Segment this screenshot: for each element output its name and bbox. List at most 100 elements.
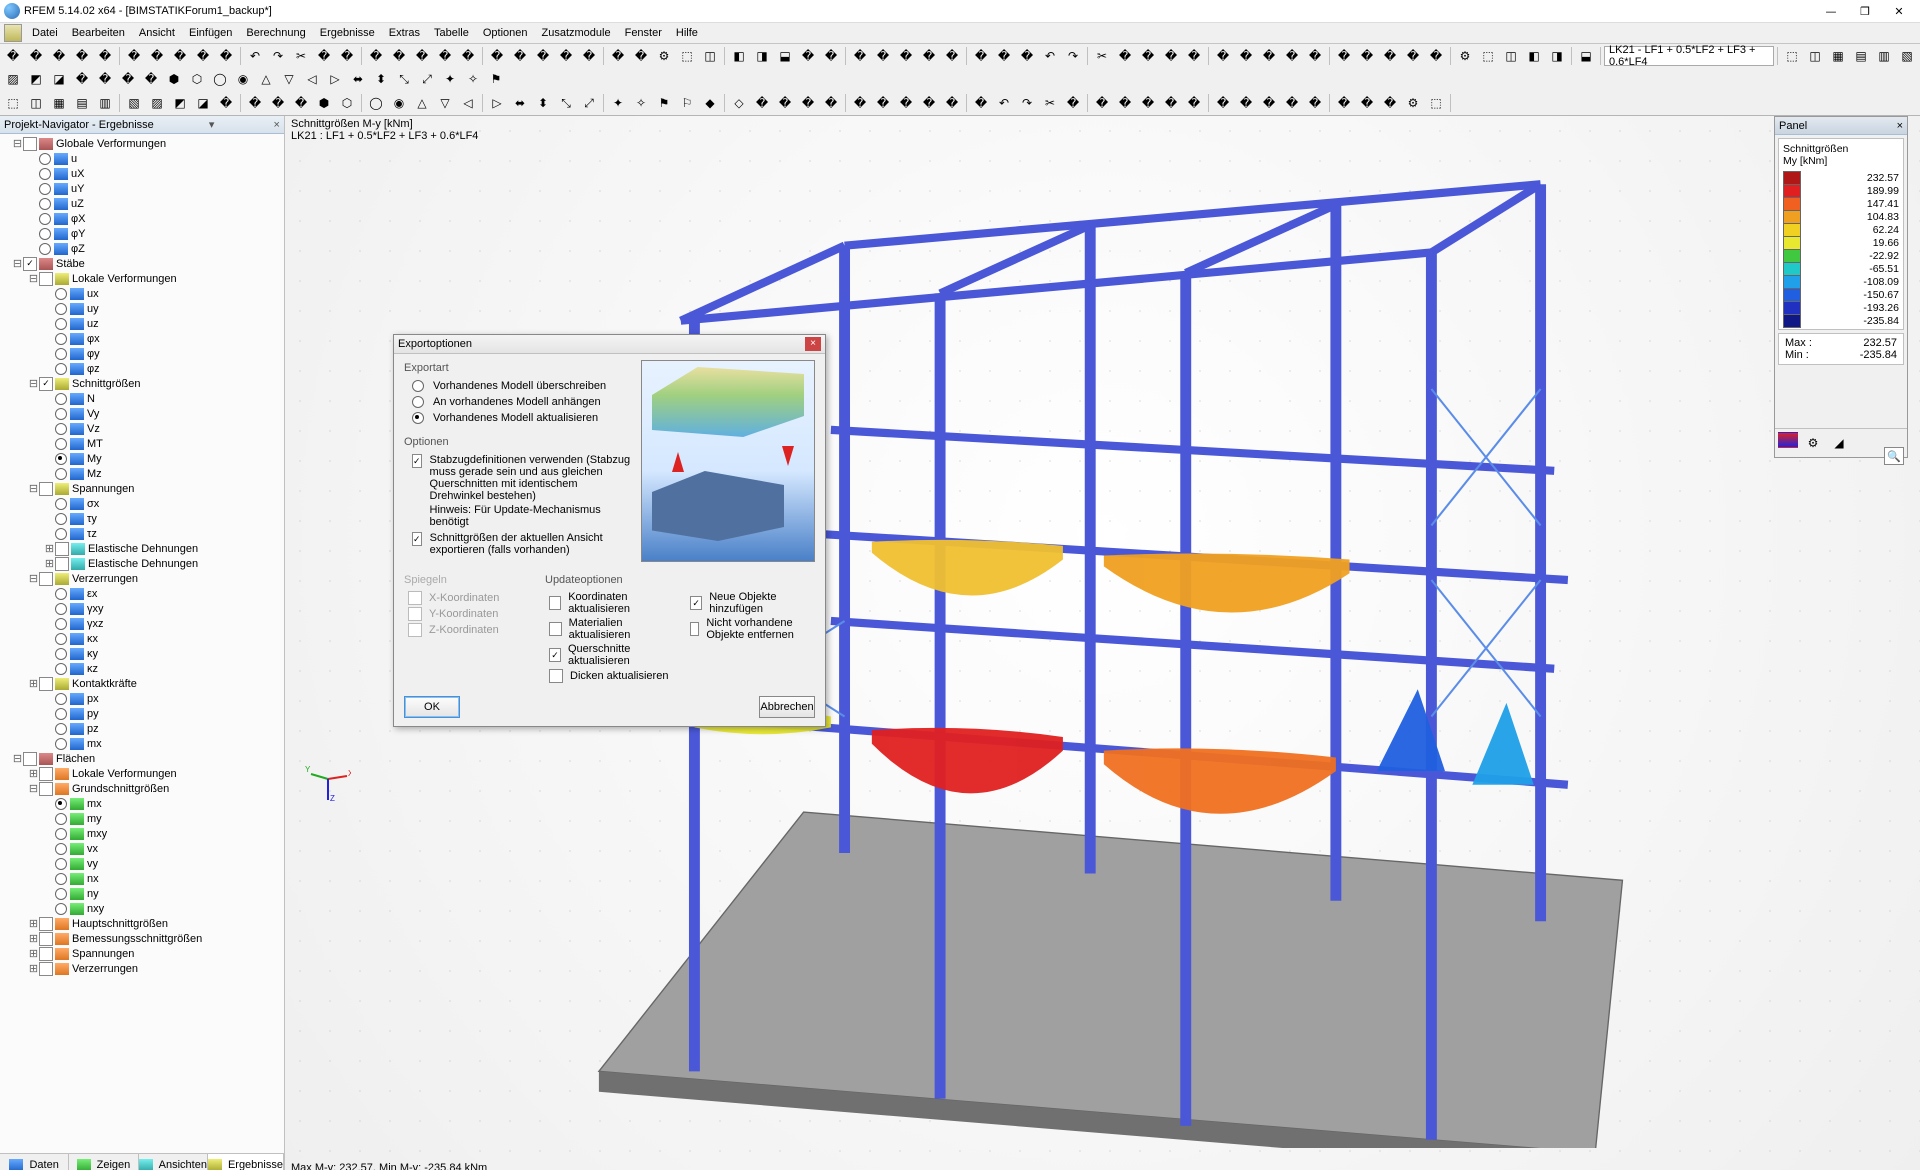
tree-checkbox[interactable]: ✓	[39, 377, 53, 391]
toolbar-btn-r1b-7[interactable]: ◩	[25, 68, 47, 90]
tree-radio[interactable]	[55, 588, 67, 600]
toolbar-btn-tb1-64[interactable]: ◨	[1546, 45, 1568, 67]
tree-item-4[interactable]: uZ	[0, 196, 284, 211]
menu-optionen[interactable]: Optionen	[477, 26, 534, 40]
tree-radio[interactable]	[55, 723, 67, 735]
tree-item-32[interactable]: γxz	[0, 616, 284, 631]
tree-radio[interactable]	[39, 243, 51, 255]
toolbar-btn-r1b-26[interactable]: ✧	[462, 68, 484, 90]
menu-ergebnisse[interactable]: Ergebnisse	[314, 26, 381, 40]
toolbar-btn-tb1-46[interactable]: �	[1114, 45, 1136, 67]
toolbar-btn-tb1-60[interactable]: ⚙	[1454, 45, 1476, 67]
tree-item-25[interactable]: τy	[0, 511, 284, 526]
panel-tool-2[interactable]: ⚙	[1802, 432, 1824, 454]
tree-expander[interactable]: ⊞	[44, 557, 55, 571]
tree-radio[interactable]	[55, 813, 67, 825]
toolbar-btn-tb2-42[interactable]: ↷	[1016, 92, 1038, 114]
tree-item-49[interactable]: nx	[0, 871, 284, 886]
toolbar-btn-tb1-63[interactable]: ◧	[1523, 45, 1545, 67]
toolbar-btn-r1b-19[interactable]: ◁	[301, 68, 323, 90]
tree-item-0[interactable]: ⊟Globale Verformungen	[0, 136, 284, 151]
toolbar-btn-r1b-4[interactable]: ▥	[1873, 45, 1895, 67]
close-button[interactable]: ✕	[1882, 5, 1916, 18]
toolbar-btn-tb1-45[interactable]: ✂	[1091, 45, 1113, 67]
tree-item-26[interactable]: τz	[0, 526, 284, 541]
toolbar-btn-tb2-2[interactable]: ▦	[48, 92, 70, 114]
tree-item-36[interactable]: ⊞Kontaktkräfte	[0, 676, 284, 691]
toolbar-btn-tb1-23[interactable]: �	[555, 45, 577, 67]
toolbar-btn-tb1-8[interactable]: �	[192, 45, 214, 67]
tree-checkbox[interactable]	[39, 677, 53, 691]
lk-dropdown[interactable]: LK21 - LF1 + 0.5*LF2 + LF3 + 0.6*LF4	[1604, 46, 1774, 66]
tree-item-45[interactable]: my	[0, 811, 284, 826]
export-radio-0[interactable]	[412, 380, 424, 392]
tree-item-52[interactable]: ⊞Hauptschnittgrößen	[0, 916, 284, 931]
toolbar-btn-tb2-31[interactable]: �	[751, 92, 773, 114]
tree-item-53[interactable]: ⊞Bemessungsschnittgrößen	[0, 931, 284, 946]
tree-item-17[interactable]: N	[0, 391, 284, 406]
toolbar-btn-tb2-54[interactable]: �	[1304, 92, 1326, 114]
update-l-check-2[interactable]: ✓	[549, 648, 561, 662]
toolbar-btn-tb1-61[interactable]: ⬚	[1477, 45, 1499, 67]
toolbar-btn-tb1-38[interactable]: �	[918, 45, 940, 67]
tree-item-2[interactable]: uX	[0, 166, 284, 181]
toolbar-btn-tb1-1[interactable]: �	[25, 45, 47, 67]
toolbar-btn-tb1-21[interactable]: �	[509, 45, 531, 67]
toolbar-btn-tb1-31[interactable]: ◨	[751, 45, 773, 67]
file-icon[interactable]	[4, 24, 22, 42]
toolbar-btn-tb2-46[interactable]: �	[1114, 92, 1136, 114]
tree-item-46[interactable]: mxy	[0, 826, 284, 841]
toolbar-btn-tb1-39[interactable]: �	[941, 45, 963, 67]
tree-radio[interactable]	[55, 828, 67, 840]
toolbar-btn-tb1-58[interactable]: �	[1402, 45, 1424, 67]
toolbar-btn-tb1-54[interactable]: �	[1304, 45, 1326, 67]
toolbar-btn-tb2-53[interactable]: �	[1281, 92, 1303, 114]
toolbar-btn-tb2-14[interactable]: ⬡	[336, 92, 358, 114]
tree-item-33[interactable]: κx	[0, 631, 284, 646]
tree-checkbox[interactable]	[39, 917, 53, 931]
tree-item-23[interactable]: ⊟Spannungen	[0, 481, 284, 496]
menu-datei[interactable]: Datei	[26, 26, 64, 40]
update-r-check-0[interactable]: ✓	[690, 596, 702, 610]
tree-radio[interactable]	[39, 183, 51, 195]
toolbar-btn-tb2-45[interactable]: �	[1091, 92, 1113, 114]
toolbar-btn-tb1-10[interactable]: ↶	[244, 45, 266, 67]
tree-radio[interactable]	[55, 798, 67, 810]
tree-item-55[interactable]: ⊞Verzerrungen	[0, 961, 284, 976]
tree-checkbox[interactable]	[39, 272, 53, 286]
tree-item-31[interactable]: γxy	[0, 601, 284, 616]
tree-radio[interactable]	[55, 513, 67, 525]
panel-close-icon[interactable]: ×	[1897, 120, 1903, 132]
toolbar-btn-r1b-2[interactable]: ▦	[1827, 45, 1849, 67]
menu-bearbeiten[interactable]: Bearbeiten	[66, 26, 131, 40]
navigator-close-icon[interactable]: ×	[274, 119, 280, 131]
tree-checkbox[interactable]	[39, 947, 53, 961]
tree-item-34[interactable]: κy	[0, 646, 284, 661]
tree-checkbox[interactable]	[23, 137, 37, 151]
toolbar-btn-tb1-0[interactable]: �	[2, 45, 24, 67]
tree-item-10[interactable]: ux	[0, 286, 284, 301]
dialog-titlebar[interactable]: Exportoptionen ×	[394, 335, 825, 354]
toolbar-btn-tb2-26[interactable]: ✧	[630, 92, 652, 114]
tree-item-30[interactable]: εx	[0, 586, 284, 601]
menu-zusatzmodule[interactable]: Zusatzmodule	[536, 26, 617, 40]
tree-item-41[interactable]: ⊟Flächen	[0, 751, 284, 766]
toolbar-btn-r1b-8[interactable]: ◪	[48, 68, 70, 90]
tree-item-18[interactable]: Vy	[0, 406, 284, 421]
toolbar-btn-r1b-5[interactable]: ▧	[1896, 45, 1918, 67]
toolbar-btn-r1b-24[interactable]: ⤢	[416, 68, 438, 90]
toolbar-btn-tb2-19[interactable]: ◁	[457, 92, 479, 114]
tree-item-1[interactable]: u	[0, 151, 284, 166]
toolbar-btn-tb1-50[interactable]: �	[1212, 45, 1234, 67]
toolbar-btn-tb2-23[interactable]: ⤡	[555, 92, 577, 114]
opt-stabzug-checkbox[interactable]: ✓	[412, 454, 422, 468]
tree-checkbox[interactable]	[39, 572, 53, 586]
update-l-check-0[interactable]	[549, 596, 561, 610]
menu-tabelle[interactable]: Tabelle	[428, 26, 475, 40]
toolbar-btn-tb2-18[interactable]: ▽	[434, 92, 456, 114]
toolbar-btn-tb1-2[interactable]: �	[48, 45, 70, 67]
toolbar-btn-tb1-30[interactable]: ◧	[728, 45, 750, 67]
toolbar-btn-r1b-23[interactable]: ⤡	[393, 68, 415, 90]
tree-expander[interactable]: ⊞	[28, 677, 39, 691]
toolbar-btn-tb2-44[interactable]: �	[1062, 92, 1084, 114]
